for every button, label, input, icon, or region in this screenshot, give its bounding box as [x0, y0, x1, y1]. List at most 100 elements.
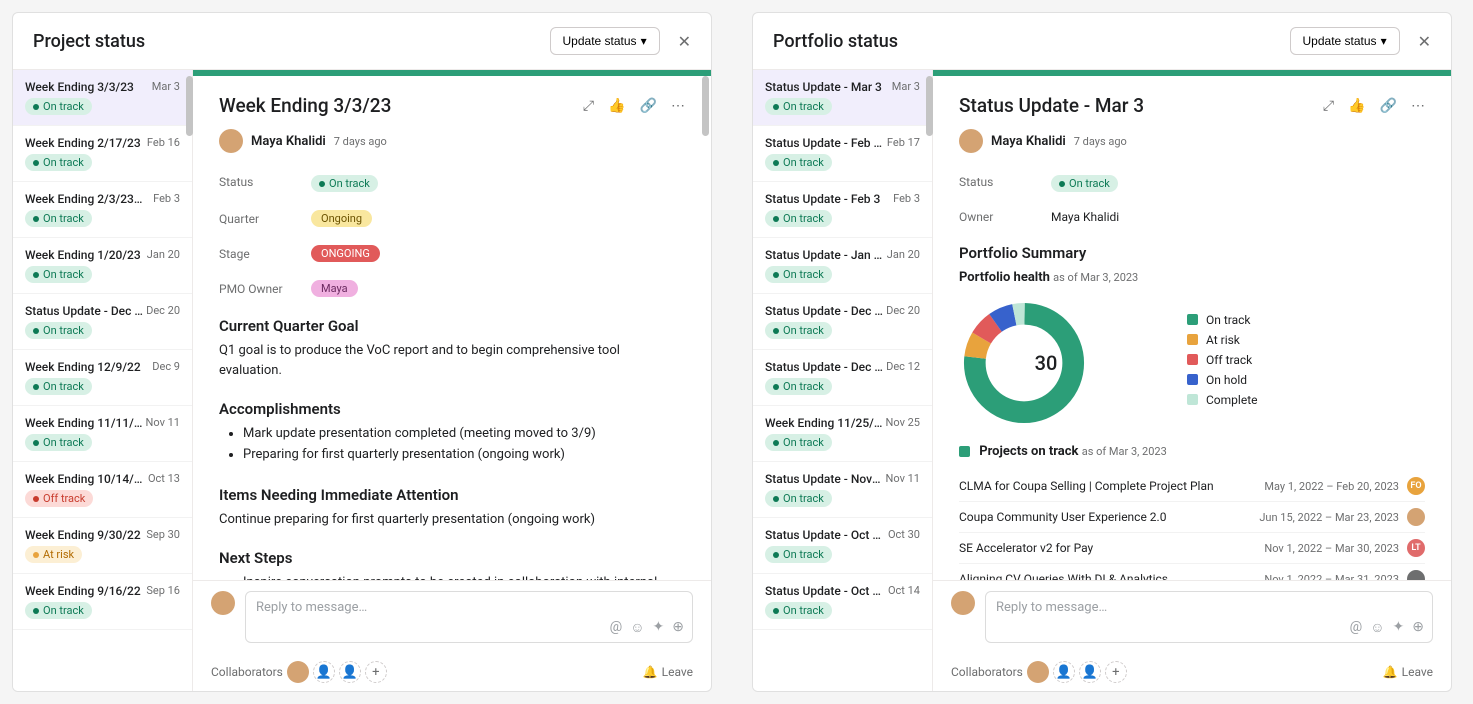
project-row[interactable]: CLMA for Coupa Selling | Complete Projec… [959, 471, 1425, 502]
status-pill: On track [25, 154, 92, 171]
leave-button[interactable]: 🔔Leave [643, 665, 693, 679]
status-list-item[interactable]: Week Ending 11/11/2…Nov 11On track [13, 406, 192, 462]
status-pill: On track [765, 98, 832, 115]
add-collaborator-button[interactable]: + [365, 661, 387, 683]
collaborator-avatar[interactable] [287, 661, 309, 683]
status-list-item[interactable]: Week Ending 2/17/23Feb 16On track [13, 126, 192, 182]
reply-input[interactable]: Reply to message… @ ☺ ✦ ⊕ [985, 591, 1433, 643]
attachment-icon[interactable]: ⊕ [672, 619, 684, 636]
panel-title: Project status [33, 31, 550, 52]
status-list-item[interactable]: Week Ending 2/3/23 - …Feb 3On track [13, 182, 192, 238]
status-list-item[interactable]: Week Ending 10/14/2…Oct 13Off track [13, 462, 192, 518]
emoji-icon[interactable]: ☺ [1370, 619, 1384, 636]
like-icon[interactable]: 👍 [608, 98, 625, 114]
status-item-title: Status Update - Oct 14 [765, 584, 883, 598]
panel-title: Portfolio status [773, 31, 1290, 52]
update-status-button[interactable]: Update status ▾ [550, 27, 660, 55]
status-list-item[interactable]: Status Update - Dec 12Dec 12On track [753, 350, 932, 406]
add-collaborator-slot[interactable]: 👤 [339, 661, 361, 683]
status-list-sidebar[interactable]: Status Update - Mar 3Mar 3On trackStatus… [753, 70, 933, 691]
status-item-title: Week Ending 1/20/23 [25, 248, 141, 262]
project-row[interactable]: SE Accelerator v2 for PayNov 1, 2022 – M… [959, 533, 1425, 564]
quarter-field-label: Quarter [219, 212, 311, 226]
list-item: Inspire conversation prompts to be creat… [243, 573, 685, 580]
status-pill: On track [765, 154, 832, 171]
more-icon[interactable]: ⋯ [671, 98, 685, 114]
status-list-item[interactable]: Status Update - Jan 20Jan 20On track [753, 238, 932, 294]
reply-avatar [951, 591, 975, 615]
add-collaborator-slot[interactable]: 👤 [313, 661, 335, 683]
author-time: 7 days ago [334, 135, 387, 148]
status-item-title: Week Ending 9/16/22 [25, 584, 141, 598]
stage-chip[interactable]: ONGOING [311, 245, 380, 262]
at-mention-icon[interactable]: @ [610, 619, 623, 636]
status-list-item[interactable]: Week Ending 11/25/22Nov 25On track [753, 406, 932, 462]
donut-legend: On trackAt riskOff trackOn holdComplete [1187, 313, 1258, 413]
status-list-item[interactable]: Week Ending 9/30/22Sep 30At risk [13, 518, 192, 574]
status-list-item[interactable]: Status Update - Oct 30Oct 30On track [753, 518, 932, 574]
status-pill: On track [25, 266, 92, 283]
accomplishments-list: Mark update presentation completed (meet… [219, 424, 685, 466]
status-item-date: Oct 13 [148, 472, 180, 485]
status-item-date: Feb 3 [153, 192, 180, 205]
bell-icon: 🔔 [1383, 665, 1398, 679]
status-list-item[interactable]: Week Ending 12/9/22Dec 9On track [13, 350, 192, 406]
project-name: Coupa Community User Experience 2.0 [959, 510, 1259, 524]
emoji-icon[interactable]: ☺ [630, 619, 644, 636]
status-item-date: Dec 20 [886, 304, 920, 317]
status-item-date: Dec 12 [886, 360, 920, 373]
author-avatar [959, 129, 983, 153]
scrollbar[interactable] [186, 76, 193, 136]
status-list-item[interactable]: Status Update - Feb 17Feb 17On track [753, 126, 932, 182]
status-list-item[interactable]: Week Ending 1/20/23Jan 20On track [13, 238, 192, 294]
link-icon[interactable]: 🔗 [640, 98, 657, 114]
attachment-icon[interactable]: ⊕ [1412, 619, 1424, 636]
like-icon[interactable]: 👍 [1348, 98, 1365, 114]
project-owner-avatar [1407, 508, 1425, 526]
status-list-item[interactable]: Week Ending 9/16/22Sep 16On track [13, 574, 192, 630]
project-row[interactable]: Aligning CV Queries With DI & AnalyticsN… [959, 564, 1425, 580]
status-list-item[interactable]: Status Update - Dec 20Dec 20On track [13, 294, 192, 350]
at-mention-icon[interactable]: @ [1350, 619, 1363, 636]
leave-button[interactable]: 🔔Leave [1383, 665, 1433, 679]
project-row[interactable]: Coupa Community User Experience 2.0Jun 1… [959, 502, 1425, 533]
status-list-item[interactable]: Status Update - Dec 20Dec 20On track [753, 294, 932, 350]
add-collaborator-button[interactable]: + [1105, 661, 1127, 683]
scrollbar[interactable] [702, 76, 709, 136]
project-owner-avatar: FO [1407, 477, 1425, 495]
status-item-title: Status Update - Mar 3 [765, 80, 882, 94]
expand-icon[interactable]: ⤢ [1323, 98, 1334, 114]
collaborator-avatar[interactable] [1027, 661, 1049, 683]
reply-input[interactable]: Reply to message… @ ☺ ✦ ⊕ [245, 591, 693, 643]
status-pill: On track [765, 546, 832, 563]
status-field-label: Status [959, 175, 1051, 189]
star-icon[interactable]: ✦ [1393, 619, 1405, 636]
scrollbar[interactable] [926, 76, 933, 136]
status-pill: On track [765, 434, 832, 451]
status-list-item[interactable]: Status Update - Nov 11Nov 11On track [753, 462, 932, 518]
add-collaborator-slot[interactable]: 👤 [1079, 661, 1101, 683]
expand-icon[interactable]: ⤢ [583, 98, 594, 114]
close-icon[interactable]: ✕ [678, 32, 691, 51]
add-collaborator-slot[interactable]: 👤 [1053, 661, 1075, 683]
pmo-chip[interactable]: Maya [311, 280, 358, 297]
more-icon[interactable]: ⋯ [1411, 98, 1425, 114]
status-item-date: Dec 20 [146, 304, 180, 317]
status-list-item[interactable]: Week Ending 3/3/23Mar 3On track [13, 70, 192, 126]
close-icon[interactable]: ✕ [1418, 32, 1431, 51]
goal-text: Q1 goal is to produce the VoC report and… [219, 341, 685, 380]
status-item-title: Week Ending 2/3/23 - … [25, 192, 143, 206]
heading-goal: Current Quarter Goal [219, 317, 685, 335]
status-pill: On track [765, 602, 832, 619]
link-icon[interactable]: 🔗 [1380, 98, 1397, 114]
list-item: Preparing for first quarterly presentati… [243, 445, 685, 466]
status-list-item[interactable]: Status Update - Mar 3Mar 3On track [753, 70, 932, 126]
status-list-sidebar[interactable]: Week Ending 3/3/23Mar 3On trackWeek Endi… [13, 70, 193, 691]
quarter-chip[interactable]: Ongoing [311, 210, 372, 227]
detail-title: Status Update - Mar 3 [959, 94, 1323, 117]
status-item-date: Mar 3 [152, 80, 180, 93]
update-status-button[interactable]: Update status ▾ [1290, 27, 1400, 55]
status-list-item[interactable]: Status Update - Feb 3Feb 3On track [753, 182, 932, 238]
status-list-item[interactable]: Status Update - Oct 14Oct 14On track [753, 574, 932, 630]
star-icon[interactable]: ✦ [653, 619, 665, 636]
